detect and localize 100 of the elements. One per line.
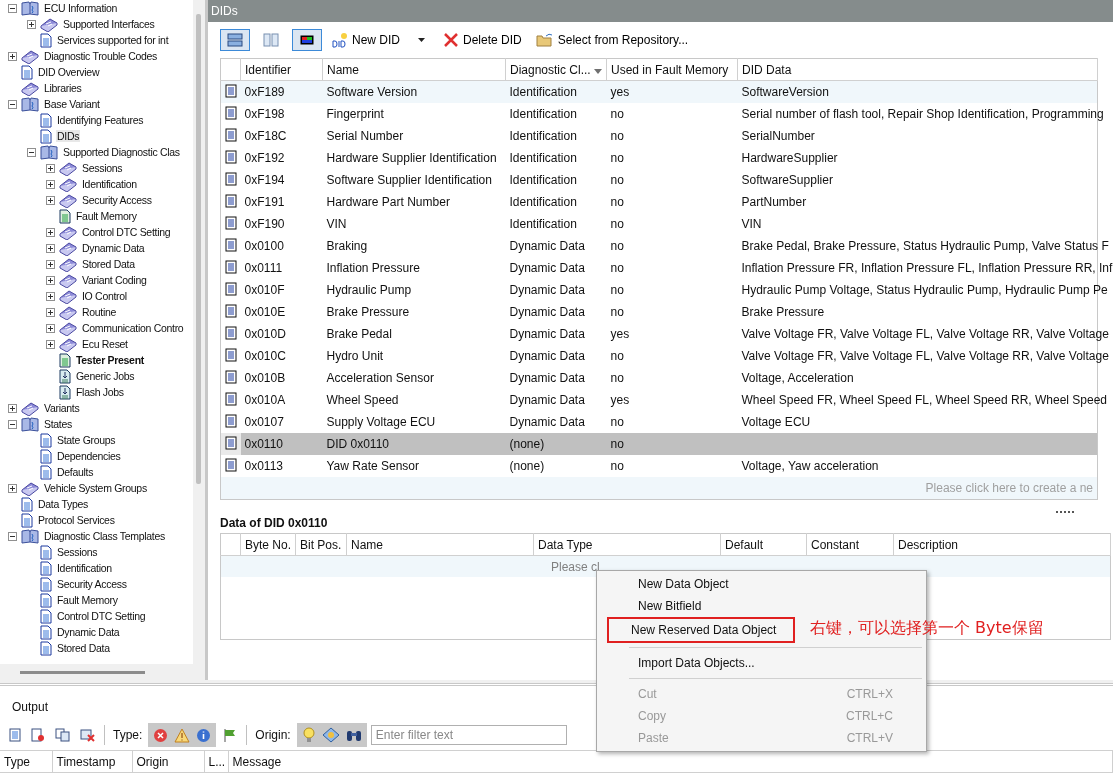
menu-item[interactable]: New Data Object (603, 573, 920, 595)
book-icon (59, 288, 77, 304)
expand-toggle[interactable] (27, 19, 36, 29)
expand-toggle[interactable] (46, 275, 55, 285)
table-cell: 0xF194 (244, 173, 285, 187)
tree-item[interactable]: Sessions (81, 162, 124, 174)
table-cell: 0x010D (244, 327, 286, 341)
collapse-toggle[interactable] (8, 3, 17, 13)
column-header[interactable]: Default (720, 533, 807, 556)
new-row-hint[interactable]: Please cl (551, 559, 600, 574)
tree-item[interactable]: States (43, 418, 73, 430)
tree-item[interactable]: Tester Present (75, 354, 145, 366)
column-header[interactable]: Byte No. (240, 533, 296, 556)
select-from-repository-button[interactable]: Select from Repository... (531, 32, 693, 48)
tree-item[interactable]: Fault Memory (56, 594, 119, 606)
tree-item[interactable]: Variants (43, 402, 81, 414)
book-icon (40, 144, 58, 160)
column-header[interactable]: Data Type (533, 533, 721, 556)
collapse-toggle[interactable] (8, 419, 17, 429)
tree-item[interactable]: Variant Coding (81, 274, 148, 286)
tree-item[interactable]: Data Types (37, 498, 89, 510)
column-header[interactable]: L... (204, 750, 228, 773)
table-cell: Fingerprint (326, 107, 384, 121)
expand-toggle[interactable] (46, 227, 55, 237)
tree-item[interactable]: Dynamic Data (56, 626, 121, 638)
tree-item[interactable]: Base Variant (43, 98, 101, 110)
document-icon (225, 83, 237, 98)
expand-toggle[interactable] (8, 51, 17, 61)
column-header[interactable]: Bit Pos. (295, 533, 347, 556)
expand-toggle[interactable] (46, 163, 55, 173)
table-cell: Wheel Speed (326, 393, 399, 407)
tree-item[interactable]: Protocol Services (37, 514, 116, 526)
tree-item[interactable]: Services supported for int (56, 34, 170, 46)
view-toggle-button[interactable] (220, 29, 250, 51)
column-header[interactable]: Type (0, 750, 52, 773)
expand-toggle[interactable] (46, 307, 55, 317)
column-header[interactable]: Name (346, 533, 534, 556)
column-header[interactable]: Name (322, 58, 506, 81)
view-toggle-button[interactable] (292, 29, 322, 51)
tree-item[interactable]: Generic Jobs (75, 370, 136, 382)
tree-item[interactable]: DID Overview (37, 66, 101, 78)
tree-item[interactable]: Dynamic Data (81, 242, 146, 254)
copy-button[interactable] (52, 728, 73, 742)
expand-toggle[interactable] (46, 259, 55, 269)
tree-item[interactable]: Vehicle System Groups (43, 482, 148, 494)
splitter-grip-icon[interactable] (1056, 511, 1074, 514)
column-header[interactable]: Used in Fault Memory (606, 58, 738, 81)
collapse-toggle[interactable] (8, 99, 17, 109)
expand-toggle[interactable] (46, 179, 55, 189)
menu-item[interactable]: New Reserved Data Object (607, 617, 795, 643)
tree-item[interactable]: Defaults (56, 466, 95, 478)
expand-toggle[interactable] (46, 195, 55, 205)
delete-button[interactable] (77, 728, 98, 742)
column-header[interactable]: Description (893, 533, 1111, 556)
delete-did-button[interactable]: Delete DID (439, 32, 526, 48)
column-header[interactable]: Identifier (240, 58, 323, 81)
expand-toggle[interactable] (46, 339, 55, 349)
tree-item[interactable]: Sessions (56, 546, 99, 558)
tree-item[interactable]: Flash Jobs (75, 386, 125, 398)
column-header[interactable]: DID Data (737, 58, 1098, 81)
collapse-toggle[interactable] (27, 147, 36, 157)
tree-item[interactable]: Control DTC Setting (81, 226, 172, 238)
tree-item[interactable]: Dependencies (56, 450, 122, 462)
tree-item[interactable]: Supported Diagnostic Clas (62, 146, 181, 158)
tree-item[interactable]: Ecu Reset (81, 338, 129, 350)
table-cell: Brake Pressure (741, 305, 825, 319)
tree-item[interactable]: ECU Information (43, 2, 119, 14)
tree-item[interactable]: Diagnostic Trouble Codes (43, 50, 159, 62)
tree-item[interactable]: Security Access (81, 194, 153, 206)
tree-item[interactable]: Communication Contro (81, 322, 185, 334)
menu-item[interactable]: New Bitfield (603, 595, 920, 617)
tree-item[interactable]: IO Control (81, 290, 128, 302)
tree-item[interactable]: Stored Data (81, 258, 136, 270)
expand-toggle[interactable] (46, 323, 55, 333)
tree-item[interactable]: Supported Interfaces (62, 18, 156, 30)
column-header[interactable]: Constant (806, 533, 894, 556)
tree-item[interactable]: Stored Data (56, 642, 111, 654)
tree-item[interactable]: Identification (56, 562, 113, 574)
column-header[interactable]: Timestamp (52, 750, 132, 773)
tree-item[interactable]: Routine (81, 306, 118, 318)
tree-item[interactable]: Control DTC Setting (56, 610, 147, 622)
tree-item[interactable]: Fault Memory (75, 210, 138, 222)
table-cell: Brake Pressure (326, 305, 410, 319)
filter-field[interactable]: Enter filter text (370, 725, 567, 745)
column-header[interactable]: Diagnostic Cl... (505, 58, 607, 81)
expand-toggle[interactable] (46, 291, 55, 301)
expand-toggle[interactable] (46, 243, 55, 253)
menu-item[interactable]: Import Data Objects... (603, 652, 920, 674)
tree-item[interactable]: Identifying Features (56, 114, 145, 126)
tree-item[interactable]: State Groups (56, 434, 117, 446)
collapse-toggle[interactable] (8, 531, 17, 541)
tree-item[interactable]: DIDs (56, 130, 81, 142)
expand-toggle[interactable] (8, 483, 17, 493)
tree-item[interactable]: Identification (81, 178, 138, 190)
tree-item[interactable]: Diagnostic Class Templates (43, 530, 166, 542)
expand-toggle[interactable] (8, 403, 17, 413)
new-did-button[interactable]: New DID (328, 32, 404, 48)
column-header[interactable]: Origin (132, 750, 204, 773)
tree-item[interactable]: Security Access (56, 578, 128, 590)
tree-item[interactable]: Libraries (43, 82, 83, 94)
